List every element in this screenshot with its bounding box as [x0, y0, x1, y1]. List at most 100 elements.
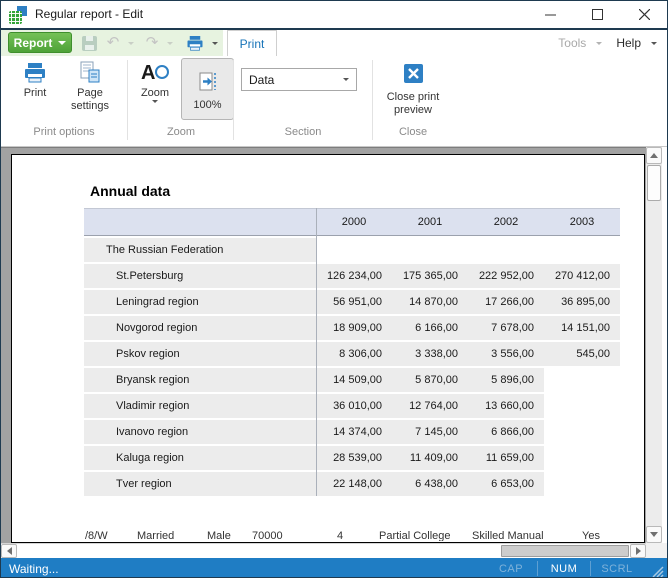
row-label: Kaluga region: [84, 446, 316, 470]
table-row: Vladimir region36 010,0012 764,0013 660,…: [84, 394, 620, 418]
page-settings-button[interactable]: Page settings: [61, 59, 119, 113]
close-button[interactable]: [621, 1, 667, 28]
close-print-preview-button[interactable]: Close print preview: [382, 59, 444, 117]
clipped-cell-text: Skilled Manual: [472, 530, 544, 541]
table-header-year: 2001: [392, 209, 468, 235]
tools-menu[interactable]: Tools: [558, 36, 602, 50]
cell-value: 17 266,00: [468, 290, 544, 314]
app-icon: [9, 6, 27, 24]
cell-value: 175 365,00: [392, 264, 468, 288]
scroll-left-button[interactable]: [1, 544, 17, 558]
chevron-down-icon: [152, 100, 158, 115]
print-preview-area: Annual data 2000 2001 2002 2003 The Russ…: [1, 147, 646, 543]
scroll-up-button[interactable]: [646, 147, 662, 164]
printer-icon: [186, 35, 204, 52]
clipped-cell-text: 4: [337, 530, 343, 541]
scroll-right-button[interactable]: [630, 544, 646, 558]
clipped-next-table-row: /8/WMarriedMale700004Partial CollegeSkil…: [12, 530, 644, 541]
cell-value: 11 659,00: [468, 446, 544, 470]
cell-value: [544, 446, 620, 470]
cell-value: 270 412,00: [544, 264, 620, 288]
chevron-down-icon: [343, 78, 349, 81]
row-label: Novgorod region: [84, 316, 316, 340]
printer-icon: [23, 62, 47, 84]
help-menu[interactable]: Help: [616, 36, 657, 50]
resize-grip[interactable]: [649, 563, 665, 578]
redo-dropdown[interactable]: [164, 33, 176, 53]
window-title: Regular report - Edit: [35, 7, 143, 21]
row-label: Leningrad region: [84, 290, 316, 314]
section-combobox[interactable]: Data: [241, 68, 357, 91]
quick-print-button[interactable]: [183, 33, 207, 53]
zoom-button-label: Zoom: [141, 87, 169, 100]
cell-value: 5 896,00: [468, 368, 544, 392]
cell-value: 7 678,00: [468, 316, 544, 340]
chevron-down-icon: [212, 42, 218, 45]
cell-value: 22 148,00: [316, 472, 392, 496]
cell-value: 56 951,00: [316, 290, 392, 314]
chevron-down-icon: [58, 41, 66, 45]
section-combobox-value: Data: [242, 73, 336, 87]
tab-print[interactable]: Print: [227, 30, 277, 56]
horizontal-scrollbar-thumb[interactable]: [501, 545, 629, 557]
horizontal-scrollbar[interactable]: [1, 543, 646, 558]
minimize-button[interactable]: [527, 1, 573, 28]
scroll-down-button[interactable]: [646, 526, 662, 543]
cell-value: 13 660,00: [468, 394, 544, 418]
table-row: Ivanovo region14 374,007 145,006 866,00: [84, 420, 620, 444]
report-table-body: The Russian FederationSt.Petersburg126 2…: [84, 238, 620, 496]
redo-button[interactable]: ↷: [141, 33, 163, 53]
table-header-year: 2000: [316, 209, 392, 235]
cell-value: [392, 238, 468, 262]
table-row: Pskov region8 306,003 338,003 556,00545,…: [84, 342, 620, 366]
row-label: The Russian Federation: [84, 238, 316, 262]
report-table: 2000 2001 2002 2003 The Russian Federati…: [84, 208, 620, 498]
num-lock-indicator: NUM: [538, 563, 590, 575]
cell-value: [544, 472, 620, 496]
report-menu-button[interactable]: Report: [8, 32, 72, 53]
clipped-cell-text: Male: [207, 530, 231, 541]
cell-value: 3 338,00: [392, 342, 468, 366]
help-label: Help: [616, 36, 641, 50]
save-icon: [82, 36, 97, 51]
cell-value: 28 539,00: [316, 446, 392, 470]
cell-value: 8 306,00: [316, 342, 392, 366]
zoom-icon-letter: A: [141, 61, 155, 85]
maximize-button[interactable]: [574, 1, 620, 28]
report-title: Annual data: [90, 183, 170, 199]
vertical-scrollbar-thumb[interactable]: [647, 165, 661, 201]
row-label: Pskov region: [84, 342, 316, 366]
print-dropdown[interactable]: [209, 33, 221, 53]
cell-value: [544, 420, 620, 444]
zoom-100-button[interactable]: 100%: [181, 58, 234, 120]
cell-value: 545,00: [544, 342, 620, 366]
cell-value: 11 409,00: [392, 446, 468, 470]
undo-dropdown[interactable]: [125, 33, 137, 53]
undo-button[interactable]: ↶: [102, 33, 124, 53]
arrow-up-icon: [650, 153, 658, 158]
print-button[interactable]: Print: [13, 59, 57, 100]
save-button[interactable]: [79, 33, 99, 53]
cell-value: 12 764,00: [392, 394, 468, 418]
cell-value: 36 895,00: [544, 290, 620, 314]
cell-value: [468, 238, 544, 262]
page-settings-label-line2: settings: [71, 100, 109, 113]
vertical-scrollbar[interactable]: [646, 147, 662, 543]
clipped-cell-text: Married: [137, 530, 174, 541]
cell-value: 6 438,00: [392, 472, 468, 496]
row-label: Tver region: [84, 472, 316, 496]
minimize-icon: [545, 9, 556, 20]
page-settings-label-line1: Page: [77, 87, 103, 100]
status-bar: Waiting... CAP NUM SCRL: [1, 558, 667, 578]
table-row: St.Petersburg126 234,00175 365,00222 952…: [84, 264, 620, 288]
tab-strip: Report ↶ ↷ Print: [1, 30, 667, 56]
row-label: Vladimir region: [84, 394, 316, 418]
arrow-right-icon: [636, 547, 641, 555]
zoom-button[interactable]: A Zoom: [133, 59, 177, 115]
titlebar: Regular report - Edit: [1, 1, 667, 30]
preview-page: Annual data 2000 2001 2002 2003 The Russ…: [11, 154, 645, 543]
table-header-year: 2003: [544, 209, 620, 235]
cell-value: [544, 238, 620, 262]
zoom-icon: A: [141, 61, 169, 85]
tools-label: Tools: [558, 36, 586, 50]
